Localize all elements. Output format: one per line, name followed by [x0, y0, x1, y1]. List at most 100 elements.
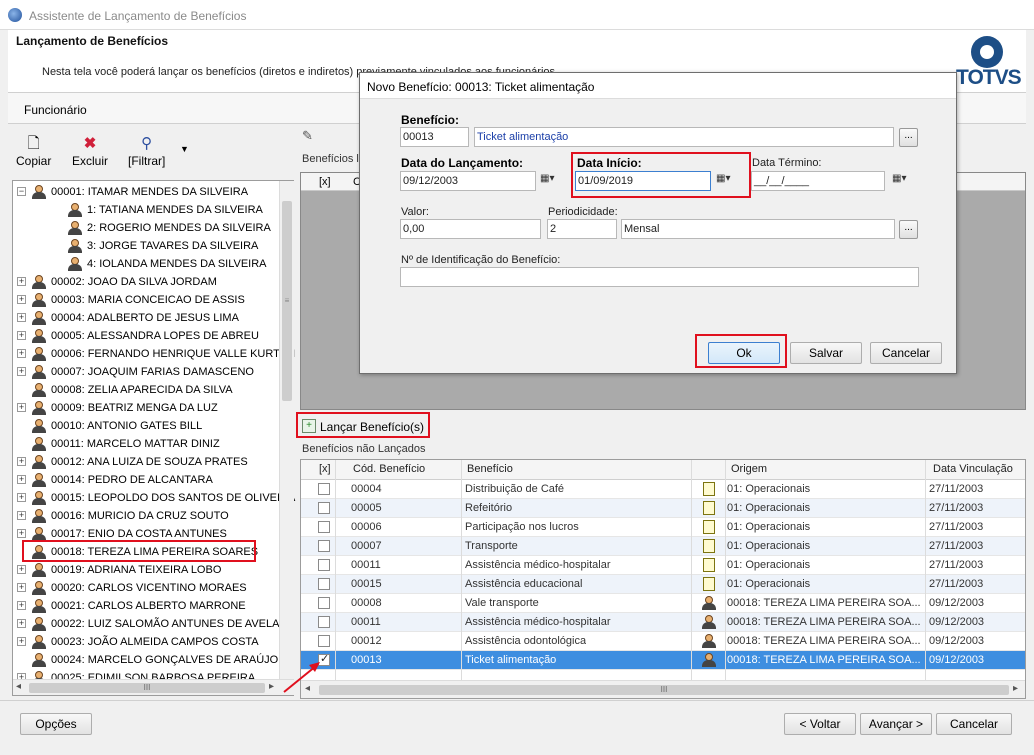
filter-button[interactable]: ⚲ [Filtrar] — [128, 134, 165, 168]
table-row[interactable]: 00006 Participação nos lucros 01: Operacio… — [301, 518, 1025, 537]
header-origin[interactable]: Origem — [731, 463, 767, 475]
tree-item-label: 00002: JOAO DA SILVA JORDAM — [51, 276, 217, 288]
beneficio-name-field[interactable]: Ticket alimentação — [474, 127, 894, 147]
collapse-icon[interactable]: − — [17, 187, 26, 196]
back-button[interactable]: < Voltar — [784, 713, 856, 735]
unlaunched-benefits-grid[interactable]: [x] Cód. Benefício Benefício Origem Data… — [300, 459, 1026, 699]
cancelar-button[interactable]: Cancelar — [870, 342, 942, 364]
column-divider — [691, 460, 692, 680]
expand-icon[interactable]: + — [17, 403, 26, 412]
cell-origin: 00018: TEREZA LIMA PEREIRA SOA... — [727, 654, 921, 666]
cell-origin: 01: Operacionais — [727, 540, 811, 552]
periodicidade-code-field[interactable]: 2 — [547, 219, 617, 239]
data-lanc-field[interactable]: 09/12/2003 — [400, 171, 536, 191]
delete-button[interactable]: ✖ Excluir — [72, 134, 108, 168]
row-checkbox[interactable] — [318, 635, 330, 647]
table-row[interactable]: 00004 Distribuição de Café 01: Operacionai… — [301, 480, 1025, 499]
tree-item-label: 00006: FERNANDO HENRIQUE VALLE KURTEN — [51, 348, 296, 360]
row-checkbox[interactable] — [318, 483, 330, 495]
person-icon — [31, 436, 46, 452]
periodicidade-lookup-button[interactable]: ... — [899, 220, 918, 239]
data-termino-field[interactable]: __/__/____ — [751, 171, 885, 191]
scroll-left-icon[interactable]: ◂ — [16, 681, 21, 692]
valor-field[interactable]: 0,00 — [400, 219, 541, 239]
copy-button[interactable]: 🗋 Copiar — [16, 134, 51, 168]
expand-icon[interactable]: + — [17, 349, 26, 358]
cell-origin: 01: Operacionais — [727, 521, 811, 533]
person-icon — [31, 508, 46, 524]
header-benefit[interactable]: Benefício — [467, 463, 513, 475]
ident-field[interactable] — [400, 267, 919, 287]
edit-icon[interactable]: ✎ — [302, 128, 322, 146]
tree-horizontal-scrollbar[interactable]: ◂ III ▸ — [13, 679, 294, 695]
expand-icon[interactable]: + — [17, 277, 26, 286]
new-benefit-dialog: Novo Benefício: 00013: Ticket alimentaçã… — [359, 72, 957, 374]
expand-icon[interactable]: + — [17, 331, 26, 340]
expand-icon[interactable]: + — [17, 295, 26, 304]
table-row[interactable]: 00011 Assistência médico-hospitalar 00018:… — [301, 613, 1025, 632]
row-checkbox[interactable] — [318, 559, 330, 571]
beneficio-lookup-button[interactable]: ... — [899, 128, 918, 147]
row-checkbox[interactable] — [318, 540, 330, 552]
expand-icon[interactable]: + — [17, 511, 26, 520]
header-check[interactable]: [x] — [319, 463, 331, 475]
expand-icon[interactable]: + — [17, 313, 26, 322]
person-icon — [31, 382, 46, 398]
expand-icon[interactable]: + — [17, 601, 26, 610]
periodicidade-name-field[interactable]: Mensal — [621, 219, 895, 239]
table-row[interactable]: 00008 Vale transporte 00018: TEREZA LIMA P… — [301, 594, 1025, 613]
next-button[interactable]: Avançar > — [860, 713, 932, 735]
grid-hscroll-thumb[interactable]: III — [319, 685, 1009, 695]
row-checkbox[interactable] — [318, 597, 330, 609]
expand-icon[interactable]: + — [17, 367, 26, 376]
expand-icon[interactable]: + — [17, 583, 26, 592]
tree-item-label: 00012: ANA LUIZA DE SOUZA PRATES — [51, 456, 248, 468]
filter-dropdown-icon[interactable]: ▼ — [180, 144, 189, 154]
grid-horizontal-scrollbar[interactable]: ◂ III ▸ — [301, 680, 1025, 698]
tree-hscroll-thumb[interactable]: III — [29, 683, 265, 693]
expand-icon[interactable]: + — [17, 529, 26, 538]
table-row[interactable]: 00007 Transporte 01: Operacionais 27/11/200… — [301, 537, 1025, 556]
grid-scroll-right-icon[interactable]: ▸ — [1013, 683, 1018, 694]
cell-code: 00006 — [351, 521, 382, 533]
cell-benefit: Distribuição de Café — [465, 483, 565, 495]
data-termino-calendar-icon[interactable]: ▦▾ — [892, 173, 920, 193]
table-row[interactable]: 00015 Assistência educacional 01: Operacio… — [301, 575, 1025, 594]
table-row[interactable]: 00013 Ticket alimentação 00018: TEREZA LIM… — [301, 651, 1025, 670]
row-checkbox[interactable] — [318, 578, 330, 590]
tree-item-label: 00023: JOÃO ALMEIDA CAMPOS COSTA — [51, 636, 259, 648]
delete-icon: ✖ — [83, 135, 97, 152]
options-button[interactable]: Opções — [20, 713, 92, 735]
scroll-right-icon[interactable]: ▸ — [269, 681, 274, 692]
table-row[interactable]: 00005 Refeitório 01: Operacionais 27/11/200… — [301, 499, 1025, 518]
expand-icon[interactable]: + — [17, 475, 26, 484]
tree-item-label: 00009: BEATRIZ MENGA DA LUZ — [51, 402, 218, 414]
expand-icon[interactable]: + — [17, 493, 26, 502]
tree-scroll-thumb[interactable]: ≡ — [282, 201, 292, 401]
tree-vertical-scrollbar[interactable]: ≡ — [279, 181, 294, 679]
expand-icon[interactable]: + — [17, 457, 26, 466]
tree-item-label: 00005: ALESSANDRA LOPES DE ABREU — [51, 330, 259, 342]
header-code[interactable]: Cód. Benefício — [353, 463, 425, 475]
app-icon — [8, 8, 22, 22]
header-date[interactable]: Data Vinculação — [933, 463, 1013, 475]
table-row[interactable]: 00012 Assistência odontológica 00018: TERE… — [301, 632, 1025, 651]
data-lanc-calendar-icon[interactable]: ▦▾ — [540, 173, 568, 193]
expand-icon[interactable]: + — [17, 565, 26, 574]
tree-item-label: 00003: MARIA CONCEICAO DE ASSIS — [51, 294, 245, 306]
tree-item-label: 00001: ITAMAR MENDES DA SILVEIRA — [51, 186, 249, 198]
cell-origin: 01: Operacionais — [727, 559, 811, 571]
row-checkbox[interactable] — [318, 502, 330, 514]
expand-icon[interactable]: + — [17, 619, 26, 628]
beneficio-code-field[interactable]: 00013 — [400, 127, 469, 147]
salvar-button[interactable]: Salvar — [790, 342, 862, 364]
person-icon — [31, 274, 46, 290]
person-icon — [31, 598, 46, 614]
row-checkbox[interactable] — [318, 616, 330, 628]
table-row[interactable]: 00011 Assistência médico-hospitalar 01: Op… — [301, 556, 1025, 575]
employee-tree[interactable]: − 00001: ITAMAR MENDES DA SILVEIRA 1: TATI… — [12, 180, 296, 696]
cell-date: 27/11/2003 — [929, 559, 984, 571]
cancel-wizard-button[interactable]: Cancelar — [936, 713, 1012, 735]
row-checkbox[interactable] — [318, 521, 330, 533]
expand-icon[interactable]: + — [17, 637, 26, 646]
